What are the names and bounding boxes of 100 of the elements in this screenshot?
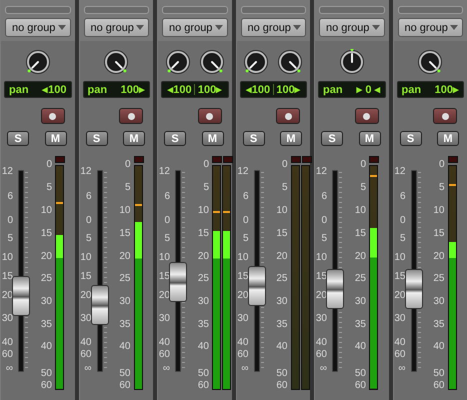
record-button[interactable] — [354, 108, 378, 124]
meter-scale-label: 5 — [438, 183, 444, 193]
pan-knob[interactable] — [164, 49, 191, 75]
meter-scale-label: 50 — [40, 369, 52, 379]
meter-scale-label: 25 — [198, 274, 209, 284]
fader-scale-label: 6 — [7, 192, 13, 202]
pan-knob[interactable] — [24, 49, 51, 75]
mute-button[interactable]: M — [202, 131, 224, 146]
meter-scale-label: 60 — [433, 381, 444, 391]
track-name-field[interactable] — [84, 6, 149, 14]
fader-scale-label: 6 — [86, 192, 92, 202]
fader-handle[interactable] — [169, 262, 187, 302]
fader-scale-label: 5 — [164, 234, 170, 244]
caret-icon — [293, 25, 301, 30]
fader-handle[interactable] — [404, 269, 422, 309]
track-name-field[interactable] — [319, 6, 384, 14]
mute-button[interactable]: M — [358, 131, 380, 146]
fader-scale-label: 30 — [2, 314, 13, 324]
meter-scale-label: 35 — [354, 320, 366, 330]
fader-scale-label: 5 — [400, 234, 406, 244]
track-name-field[interactable] — [240, 6, 306, 14]
pan-value: ◂100 — [42, 83, 66, 96]
pan-value: ◂100 — [167, 83, 192, 96]
meter-scale-label: 35 — [433, 320, 444, 330]
meter-scale-label: 15 — [276, 229, 288, 239]
fader-handle[interactable] — [90, 285, 108, 325]
mute-button[interactable]: M — [123, 131, 145, 146]
meter-scale-label: 5 — [360, 183, 366, 193]
group-dropdown[interactable]: no group — [84, 18, 149, 37]
fader-handle[interactable] — [248, 266, 266, 306]
meter-scale-label: 30 — [40, 297, 52, 307]
meter-scale-label: 25 — [433, 274, 444, 284]
meter-scale-label: 15 — [354, 229, 366, 239]
record-button[interactable] — [119, 108, 143, 124]
group-dropdown[interactable]: no group — [240, 18, 306, 37]
track-name-field[interactable] — [5, 6, 70, 14]
fader-scale-label: ∞ — [84, 364, 92, 374]
fader-scale-label: 30 — [316, 314, 327, 324]
meter-scale-label: 0 — [282, 160, 288, 170]
pan-knob[interactable] — [243, 49, 270, 75]
fader-scale-label: 12 — [80, 167, 92, 177]
meter-scale-label: 50 — [354, 369, 366, 379]
mute-button[interactable]: M — [280, 131, 302, 146]
meter-scale-label: 10 — [354, 206, 366, 216]
caret-icon — [372, 25, 380, 30]
meter-scale-label: 5 — [203, 183, 209, 193]
solo-button[interactable]: S — [86, 131, 108, 146]
pan-value: 100▸ — [198, 83, 222, 96]
fader-scale-label: 15 — [237, 272, 248, 282]
meter-scale-label: 0 — [438, 160, 444, 170]
fader-handle[interactable] — [326, 269, 344, 309]
record-button[interactable] — [276, 108, 300, 124]
group-dropdown[interactable]: no group — [5, 18, 70, 37]
fader-scale-label: ∞ — [6, 364, 13, 374]
pan-knob[interactable] — [198, 49, 225, 75]
meter-scale-label: 50 — [433, 369, 444, 379]
fader-scale-label: 40 — [158, 338, 170, 348]
fader-scale-label: 40 — [316, 338, 327, 348]
solo-button[interactable]: S — [321, 131, 343, 146]
pan-value: pan — [402, 84, 422, 96]
meter-scale-label: 10 — [433, 206, 444, 216]
group-dropdown[interactable]: no group — [398, 18, 463, 37]
mute-button[interactable]: M — [437, 131, 459, 146]
pan-knob[interactable] — [277, 49, 304, 75]
fader-scale-label: 5 — [7, 234, 13, 244]
pan-knob[interactable] — [103, 49, 130, 75]
pan-value: pan — [323, 84, 343, 96]
group-dropdown[interactable]: no group — [319, 18, 384, 37]
fader-scale-label: 10 — [158, 253, 170, 263]
meter-scale-label: 40 — [276, 342, 288, 352]
record-button[interactable] — [198, 108, 222, 124]
solo-button[interactable]: S — [7, 131, 29, 146]
meter-scale-label: 50 — [276, 369, 288, 379]
pan-knob[interactable] — [417, 49, 444, 75]
fader-scale-label: 6 — [242, 192, 248, 202]
fader-scale-label: 30 — [80, 314, 92, 324]
fader-scale-label: 20 — [80, 291, 92, 301]
pan-knob[interactable] — [338, 49, 365, 75]
pan-value: 100▸ — [434, 83, 459, 96]
fader-handle[interactable] — [12, 276, 30, 316]
meter-scale-label: 50 — [198, 369, 209, 379]
caret-icon — [214, 25, 222, 30]
group-dropdown[interactable]: no group — [162, 18, 228, 37]
solo-button[interactable]: S — [164, 131, 186, 146]
meter-scale-label: 35 — [198, 320, 209, 330]
solo-button[interactable]: S — [242, 131, 264, 146]
meter-scale-label: 35 — [40, 320, 52, 330]
record-button[interactable] — [40, 108, 64, 124]
track-name-field[interactable] — [398, 6, 463, 14]
record-button[interactable] — [433, 108, 457, 124]
fader-scale-label: 12 — [2, 167, 13, 177]
fader-scale-label: 0 — [321, 216, 327, 226]
pan-value: ▸ 0 ◂ — [356, 83, 380, 96]
fader-scale-label: 20 — [237, 291, 248, 301]
fader-scale-label: 5 — [242, 234, 248, 244]
mute-button[interactable]: M — [44, 131, 66, 146]
fader-scale-label: 60 — [394, 350, 406, 360]
track-name-field[interactable] — [162, 6, 228, 14]
solo-button[interactable]: S — [400, 131, 422, 146]
meter-scale-label: 30 — [276, 297, 288, 307]
